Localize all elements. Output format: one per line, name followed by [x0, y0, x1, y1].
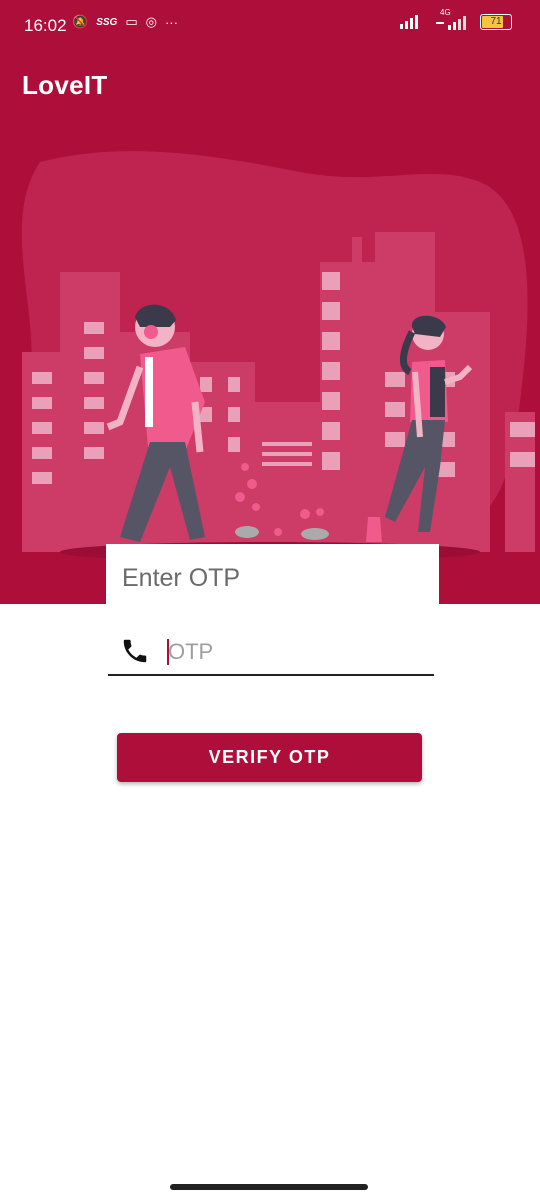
status-left-icons: 🔕 SSG ▭ ◎ ···: [72, 14, 178, 30]
network-4g-indicator: 4G: [436, 8, 470, 30]
wifi-icon: [436, 16, 466, 30]
status-time: 16:02: [24, 16, 67, 35]
card-title: Enter OTP: [122, 564, 241, 592]
battery-level: 71: [490, 16, 502, 27]
home-indicator[interactable]: [170, 1184, 368, 1190]
app-bar: LoveIT: [0, 52, 540, 122]
cast-icon: ▭: [125, 14, 138, 29]
status-right-icons: 4G 71: [400, 8, 512, 30]
signal-icon: [400, 15, 418, 29]
text-caret: [167, 639, 169, 665]
phone-icon: [123, 639, 147, 663]
hero-illustration: [0, 122, 540, 604]
instagram-icon: ◎: [145, 14, 157, 29]
alarm-off-icon: 🔕: [72, 14, 89, 29]
battery-icon: 71: [480, 14, 512, 30]
otp-input[interactable]: [166, 636, 420, 668]
status-bar: 16:02 🔕 SSG ▭ ◎ ··· 4G 71: [0, 0, 540, 52]
verify-otp-button[interactable]: VERIFY OTP: [117, 733, 422, 782]
otp-card: Enter OTP: [106, 544, 439, 604]
more-dots-icon: ···: [164, 14, 178, 30]
ssg-icon: SSG: [96, 16, 118, 28]
app-title: LoveIT: [22, 70, 108, 100]
otp-field[interactable]: [108, 622, 434, 676]
city-walking-illustration: [21, 151, 535, 562]
